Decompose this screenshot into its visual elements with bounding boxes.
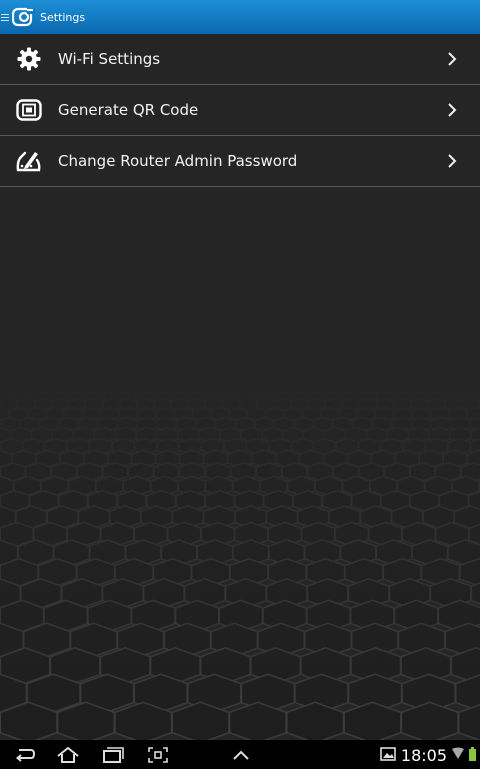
home-icon[interactable] bbox=[54, 744, 82, 766]
gallery-notification-icon bbox=[380, 746, 396, 765]
wifi-settings-item[interactable]: Wi-Fi Settings bbox=[0, 34, 480, 85]
chevron-right-icon bbox=[442, 100, 462, 120]
screenshot-icon[interactable] bbox=[145, 744, 171, 766]
hexagon-floor-background bbox=[0, 380, 480, 740]
chevron-right-icon bbox=[442, 151, 462, 171]
wifi-signal-icon bbox=[452, 746, 464, 765]
clock: 18:05 bbox=[400, 745, 447, 765]
gear-icon bbox=[15, 45, 43, 73]
battery-icon bbox=[469, 746, 476, 765]
settings-list: Wi-Fi Settings Generate QR Code Change R… bbox=[0, 34, 480, 187]
page-title: Settings bbox=[40, 10, 86, 24]
qr-code-icon bbox=[15, 96, 43, 124]
chevron-right-icon bbox=[442, 49, 462, 69]
password-edit-icon bbox=[15, 147, 43, 175]
status-area: 18:05 bbox=[380, 743, 476, 767]
recent-apps-icon[interactable] bbox=[100, 744, 126, 766]
app-icon[interactable] bbox=[12, 7, 36, 27]
change-router-password-label: Change Router Admin Password bbox=[58, 152, 298, 170]
drawer-indicator-icon[interactable] bbox=[1, 13, 9, 21]
generate-qr-code-item[interactable]: Generate QR Code bbox=[0, 85, 480, 136]
action-bar: Settings bbox=[0, 0, 480, 35]
back-icon[interactable] bbox=[12, 744, 38, 766]
system-nav-bar: 18:05 bbox=[0, 740, 480, 769]
wifi-settings-label: Wi-Fi Settings bbox=[58, 50, 161, 68]
generate-qr-code-label: Generate QR Code bbox=[58, 101, 199, 119]
change-router-password-item[interactable]: Change Router Admin Password bbox=[0, 136, 480, 187]
menu-up-icon[interactable] bbox=[228, 744, 254, 766]
